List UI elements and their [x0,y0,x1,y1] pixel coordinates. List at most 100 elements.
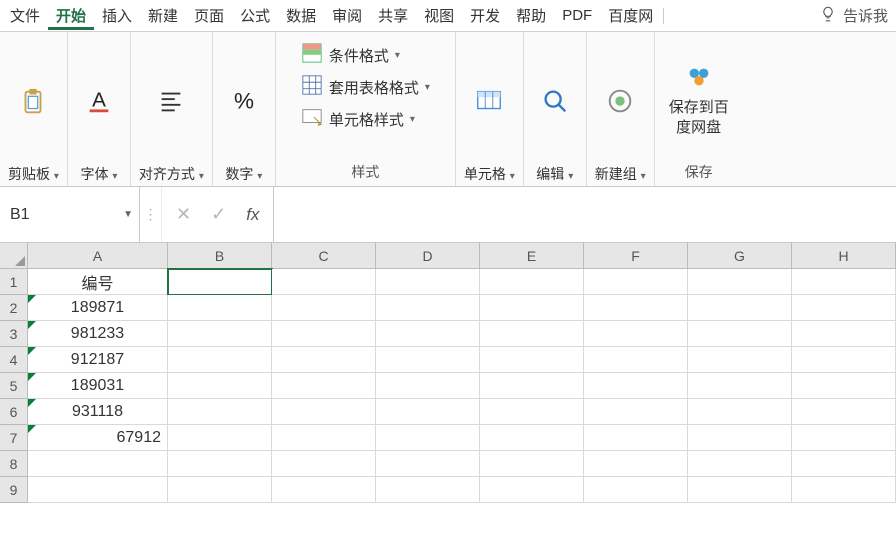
cell-E5[interactable] [480,373,584,399]
cell-B4[interactable] [168,347,272,373]
cell-F5[interactable] [584,373,688,399]
cell-E3[interactable] [480,321,584,347]
cell-C1[interactable] [272,269,376,295]
menu-file[interactable]: 文件 [2,1,48,30]
cell-G9[interactable] [688,477,792,503]
cell-D4[interactable] [376,347,480,373]
row-header-1[interactable]: 1 [0,269,28,295]
cell-G6[interactable] [688,399,792,425]
cell-E4[interactable] [480,347,584,373]
cell-A1[interactable]: 编号 [28,269,168,295]
fx-icon[interactable]: fx [246,205,259,225]
cell-C8[interactable] [272,451,376,477]
row-header-4[interactable]: 4 [0,347,28,373]
clipboard-label[interactable]: 剪贴板 ▾ [8,164,59,184]
cell-D7[interactable] [376,425,480,451]
col-header-B[interactable]: B [168,243,272,269]
cell-H7[interactable] [792,425,896,451]
row-header-6[interactable]: 6 [0,399,28,425]
newgroup-label[interactable]: 新建组 ▾ [595,164,646,184]
cell-E1[interactable] [480,269,584,295]
menu-view[interactable]: 视图 [416,1,462,30]
menu-home[interactable]: 开始 [48,1,94,30]
cell-D3[interactable] [376,321,480,347]
col-header-E[interactable]: E [480,243,584,269]
row-header-2[interactable]: 2 [0,295,28,321]
cell-A3[interactable]: 981233 [28,321,168,347]
menu-help[interactable]: 帮助 [508,1,554,30]
table-format-button[interactable]: 套用表格格式▾ [301,74,430,100]
cell-E9[interactable] [480,477,584,503]
number-button[interactable]: % [221,80,267,122]
cell-B7[interactable] [168,425,272,451]
cell-C5[interactable] [272,373,376,399]
cell-E6[interactable] [480,399,584,425]
cell-B1[interactable] [168,269,272,295]
cell-style-button[interactable]: 单元格样式▾ [301,106,415,132]
cell-H1[interactable] [792,269,896,295]
cell-C7[interactable] [272,425,376,451]
cell-A8[interactable] [28,451,168,477]
number-label[interactable]: 数字 ▾ [225,164,262,184]
cell-C2[interactable] [272,295,376,321]
cell-A6[interactable]: 931118 [28,399,168,425]
align-button[interactable] [148,80,194,122]
row-header-8[interactable]: 8 [0,451,28,477]
menu-new[interactable]: 新建 [140,1,186,30]
cell-F8[interactable] [584,451,688,477]
cell-E8[interactable] [480,451,584,477]
formula-input[interactable] [273,187,896,242]
edit-button[interactable] [532,80,578,122]
newgroup-button[interactable] [597,80,643,122]
cancel-icon[interactable]: ✕ [176,204,191,225]
cell-H9[interactable] [792,477,896,503]
menu-insert[interactable]: 插入 [94,1,140,30]
cell-D1[interactable] [376,269,480,295]
cell-D9[interactable] [376,477,480,503]
col-header-A[interactable]: A [28,243,168,269]
cell-C4[interactable] [272,347,376,373]
cell-G5[interactable] [688,373,792,399]
menu-data[interactable]: 数据 [278,1,324,30]
font-button[interactable]: A [76,80,122,122]
namebox-handle[interactable]: ⋮ [140,187,162,242]
cell-A5[interactable]: 189031 [28,373,168,399]
row-header-7[interactable]: 7 [0,425,28,451]
menu-baidu[interactable]: 百度网 [600,1,661,30]
col-header-F[interactable]: F [584,243,688,269]
align-label[interactable]: 对齐方式 ▾ [139,164,204,184]
cell-G4[interactable] [688,347,792,373]
lightbulb-icon[interactable] [819,5,837,26]
cell-C6[interactable] [272,399,376,425]
cell-B6[interactable] [168,399,272,425]
row-header-5[interactable]: 5 [0,373,28,399]
menu-review[interactable]: 审阅 [324,1,370,30]
cells-label[interactable]: 单元格 ▾ [464,164,515,184]
menu-share[interactable]: 共享 [370,1,416,30]
col-header-C[interactable]: C [272,243,376,269]
cells-button[interactable] [466,80,512,122]
menu-formula[interactable]: 公式 [232,1,278,30]
cell-H4[interactable] [792,347,896,373]
cell-A7[interactable]: 67912 [28,425,168,451]
cell-B8[interactable] [168,451,272,477]
clipboard-button[interactable] [10,80,56,122]
cell-H3[interactable] [792,321,896,347]
col-header-G[interactable]: G [688,243,792,269]
cell-C3[interactable] [272,321,376,347]
cell-A4[interactable]: 912187 [28,347,168,373]
row-header-3[interactable]: 3 [0,321,28,347]
cell-H6[interactable] [792,399,896,425]
cell-D2[interactable] [376,295,480,321]
menu-page[interactable]: 页面 [186,1,232,30]
tell-me[interactable]: 告诉我 [837,1,894,30]
cell-G3[interactable] [688,321,792,347]
cell-H5[interactable] [792,373,896,399]
confirm-icon[interactable]: ✓ [211,204,226,225]
cell-G7[interactable] [688,425,792,451]
cell-D5[interactable] [376,373,480,399]
cell-A9[interactable] [28,477,168,503]
cell-F6[interactable] [584,399,688,425]
conditional-format-button[interactable]: 条件格式▾ [301,42,400,68]
col-header-D[interactable]: D [376,243,480,269]
